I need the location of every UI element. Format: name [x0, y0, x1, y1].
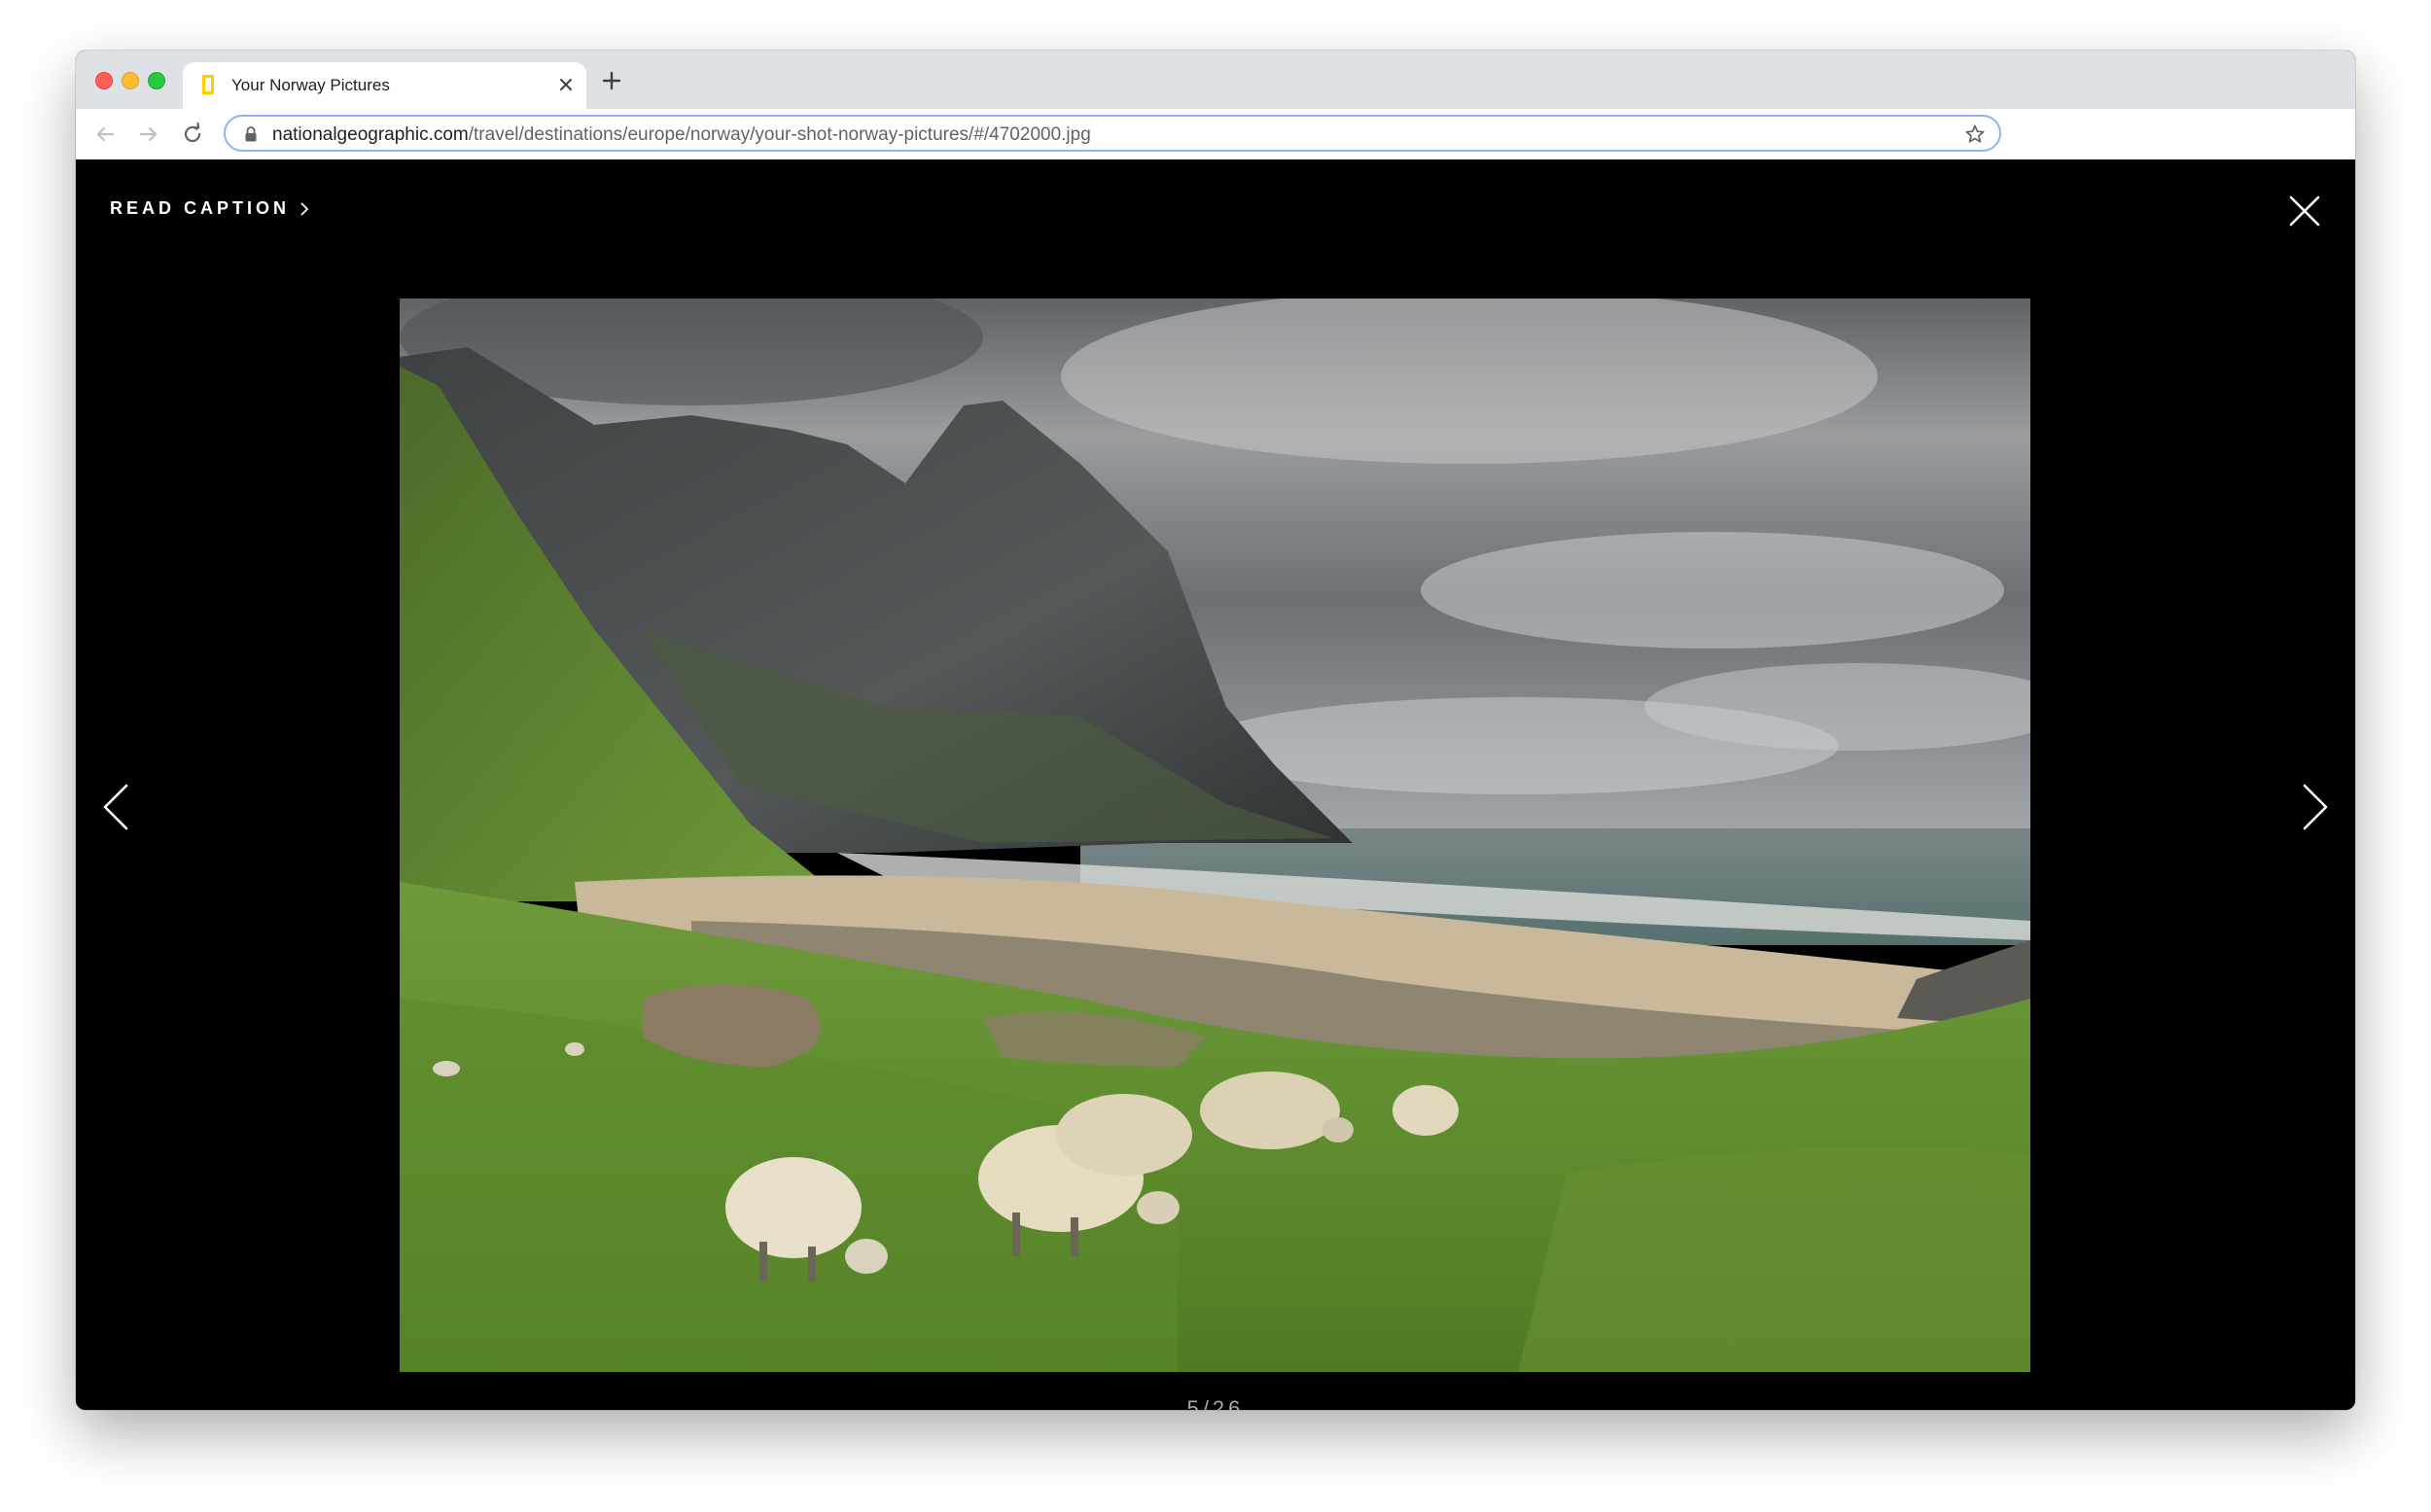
forward-arrow-icon[interactable] — [135, 121, 162, 148]
photo-gallery-viewer: READ CAPTION 5/26 — [76, 159, 2355, 1410]
previous-photo-arrow-icon[interactable] — [101, 782, 130, 832]
lock-icon[interactable] — [243, 125, 259, 143]
url-text[interactable]: nationalgeographic.com/travel/destinatio… — [272, 124, 1091, 146]
read-caption-button[interactable]: READ CAPTION — [110, 198, 309, 219]
close-gallery-icon[interactable] — [2287, 193, 2322, 229]
tab-title: Your Norway Pictures — [231, 76, 390, 94]
photo-counter: 5/26 — [1186, 1396, 1245, 1410]
browser-tab[interactable]: Your Norway Pictures — [183, 62, 586, 109]
close-window-button[interactable] — [95, 72, 113, 89]
address-bar[interactable]: nationalgeographic.com/travel/destinatio… — [224, 115, 2001, 152]
new-tab-icon[interactable] — [599, 68, 624, 93]
url-path: /travel/destinations/europe/norway/your-… — [468, 124, 1091, 145]
bookmark-star-icon[interactable] — [1964, 123, 1986, 145]
tab-strip: Your Norway Pictures — [76, 51, 2355, 109]
browser-toolbar: nationalgeographic.com/travel/destinatio… — [76, 109, 2355, 159]
url-host: nationalgeographic.com — [272, 124, 469, 145]
national-geographic-favicon-icon — [202, 75, 214, 94]
gallery-photo — [400, 299, 2030, 1372]
browser-window: Your Norway Pictures nationalgeographic.… — [76, 51, 2355, 1410]
close-tab-icon[interactable] — [555, 74, 577, 95]
read-caption-label: READ CAPTION — [110, 198, 291, 218]
back-arrow-icon[interactable] — [91, 121, 119, 148]
maximize-window-button[interactable] — [148, 72, 165, 89]
reload-icon[interactable] — [179, 121, 206, 148]
minimize-window-button[interactable] — [122, 72, 139, 89]
chevron-right-icon — [300, 201, 309, 216]
next-photo-arrow-icon[interactable] — [2301, 782, 2330, 832]
